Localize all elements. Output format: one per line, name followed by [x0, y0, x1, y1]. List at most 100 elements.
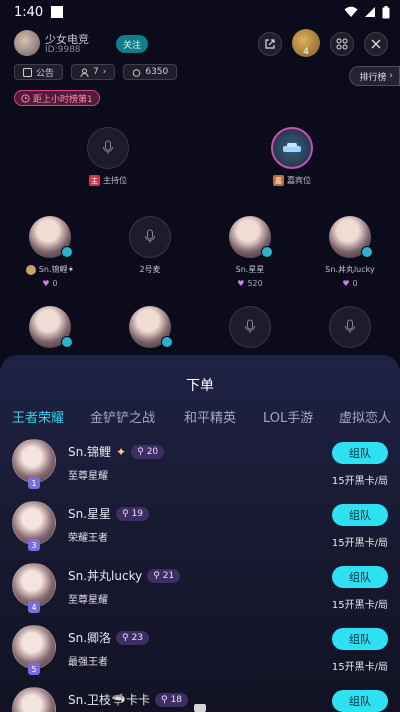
share-icon: [265, 39, 275, 49]
seat-name: Sn.星星: [236, 264, 265, 275]
tab-heping[interactable]: 和平精英: [184, 407, 236, 426]
hot-value-label: 6350: [145, 67, 169, 77]
level-text: 20: [146, 446, 159, 457]
seat-score-text: 0: [52, 279, 58, 288]
pin-icon: ⚲: [137, 446, 144, 457]
pin-icon: ⚲: [122, 508, 129, 519]
mic-seat-8[interactable]: [320, 306, 380, 348]
tab-virtual-lover[interactable]: 虚拟恋人: [339, 407, 391, 426]
seat-name: 2号麦: [139, 264, 160, 275]
hourly-rank-label: 距上小时榜第1: [33, 94, 93, 105]
announcement-button[interactable]: 公告: [14, 64, 64, 80]
level-badge: ⚲ 23: [116, 630, 150, 645]
level-badge: ⚲ 19: [116, 506, 150, 521]
close-room-button[interactable]: [364, 32, 388, 56]
online-count: 4: [303, 47, 309, 57]
seat-score-text: 520: [247, 279, 263, 288]
guest-seat-text: 嘉宾位: [287, 176, 311, 185]
host-seat-text: 主持位: [103, 176, 127, 185]
player-name: Sn.星星 ⚲ 19: [68, 505, 150, 522]
flame-icon: [133, 68, 141, 77]
team-up-button[interactable]: 组队: [332, 690, 388, 712]
sheet-title: 下单: [186, 378, 214, 394]
announcement-label: 公告: [36, 68, 55, 79]
room-header: 少女电竞 ID:9988 关注 4: [0, 28, 400, 60]
mic-seat-2[interactable]: 2号麦: [120, 216, 180, 275]
empty-seat-mic[interactable]: [329, 306, 371, 348]
price: 15开黑卡/局: [331, 662, 388, 673]
list-item[interactable]: 3 Sn.星星 ⚲ 19 荣耀王者 组队 15开黑卡/局: [0, 501, 400, 561]
player-name: Sn.卿洛 ⚲ 23: [68, 629, 150, 646]
tab-lol[interactable]: LOL手游: [263, 407, 313, 426]
game-tabs: 王者荣耀 金铲铲之战 和平精英 LOL手游 虚拟恋人: [0, 407, 400, 431]
list-item[interactable]: 4 Sn.丼丸lucky ⚲ 21 至尊星耀 组队 15开黑卡/局: [0, 563, 400, 623]
notification-icon: [51, 6, 64, 18]
seat-avatar[interactable]: [129, 306, 173, 348]
player-name: Sn.丼丸lucky ⚲ 21: [68, 567, 181, 584]
host-seat[interactable]: 主 主持位: [78, 127, 138, 186]
grid-icon: [336, 38, 348, 50]
ranking-button[interactable]: 排行榜 ›: [348, 66, 400, 86]
price: 15开黑卡/局: [331, 538, 388, 549]
seat-avatar[interactable]: [29, 216, 73, 258]
share-button[interactable]: [258, 32, 282, 56]
mic-seat-1[interactable]: Sn.锦鲤✦ ♥ 0: [20, 216, 80, 288]
player-name: Sn.锦鲤 ✦ ⚲ 20: [68, 443, 165, 460]
player-name-text: Sn.丼丸lucky: [68, 569, 143, 583]
signal-icon: [365, 7, 375, 17]
rank-badge: 1: [28, 477, 40, 489]
list-item[interactable]: 5 Sn.卿洛 ⚲ 23 最强王者 组队 15开黑卡/局: [0, 625, 400, 685]
mic-seat-6[interactable]: [120, 306, 180, 348]
gender-icon: [361, 246, 373, 258]
more-menu-button[interactable]: [330, 32, 354, 56]
mic-seat-5[interactable]: [20, 306, 80, 348]
host-seat-mic[interactable]: [87, 127, 129, 169]
online-users-button[interactable]: 4: [292, 29, 320, 57]
level-badge: ⚲ 21: [147, 568, 181, 583]
seat-avatar[interactable]: [29, 306, 73, 348]
host-badge-icon: 主: [89, 175, 100, 186]
team-up-button[interactable]: 组队: [332, 628, 388, 650]
people-count[interactable]: 7 ›: [71, 64, 116, 80]
empty-seat-mic[interactable]: [129, 216, 171, 258]
pin-icon: ⚲: [122, 632, 129, 643]
avatar[interactable]: [12, 687, 56, 712]
user-icon: [80, 68, 89, 77]
mic-seat-4[interactable]: Sn.丼丸lucky ♥ 0: [320, 216, 380, 288]
tab-wangzhe[interactable]: 王者荣耀: [12, 407, 64, 426]
seat-avatar[interactable]: [329, 216, 373, 258]
user-mini-avatar: [25, 264, 36, 275]
wifi-icon: [344, 6, 358, 17]
guest-seat-avatar[interactable]: [271, 127, 313, 169]
player-name-text: Sn.星星: [68, 507, 112, 521]
team-up-button[interactable]: 组队: [332, 566, 388, 588]
room-avatar[interactable]: [14, 30, 40, 56]
list-item[interactable]: 1 Sn.锦鲤 ✦ ⚲ 20 至尊星耀 组队 15开黑卡/局: [0, 439, 400, 499]
game-rank: 最强王者: [68, 657, 108, 668]
seat-avatar[interactable]: [229, 216, 273, 258]
heart-icon: ♥: [237, 279, 245, 288]
tab-jinchanchan[interactable]: 金铲铲之战: [90, 407, 155, 426]
seat-name-text: Sn.丼丸lucky: [325, 265, 375, 274]
room-id: ID:9988: [45, 45, 81, 55]
chevron-right-icon: ›: [102, 67, 107, 77]
chevron-right-icon: ›: [386, 71, 393, 81]
hourly-rank-badge[interactable]: 距上小时榜第1: [14, 90, 100, 106]
seat-name: Sn.丼丸lucky: [325, 264, 374, 275]
ranking-label: 排行榜: [359, 72, 387, 83]
price: 15开黑卡/局: [331, 476, 388, 487]
team-up-button[interactable]: 组队: [332, 442, 388, 464]
level-text: 18: [170, 694, 183, 705]
mic-seat-7[interactable]: [220, 306, 280, 348]
home-indicator: [194, 704, 206, 712]
guest-seat-label: 嘉 嘉宾位: [273, 175, 311, 186]
team-up-button[interactable]: 组队: [332, 504, 388, 526]
mic-seat-3[interactable]: Sn.星星 ♥ 520: [220, 216, 280, 288]
empty-seat-mic[interactable]: [229, 306, 271, 348]
microphone-icon: [145, 229, 155, 243]
announcement-icon: [23, 67, 32, 77]
heart-icon: ♥: [342, 279, 350, 288]
microphone-icon: [345, 319, 355, 333]
guest-seat[interactable]: 嘉 嘉宾位: [262, 127, 322, 186]
follow-button[interactable]: 关注: [116, 35, 148, 53]
